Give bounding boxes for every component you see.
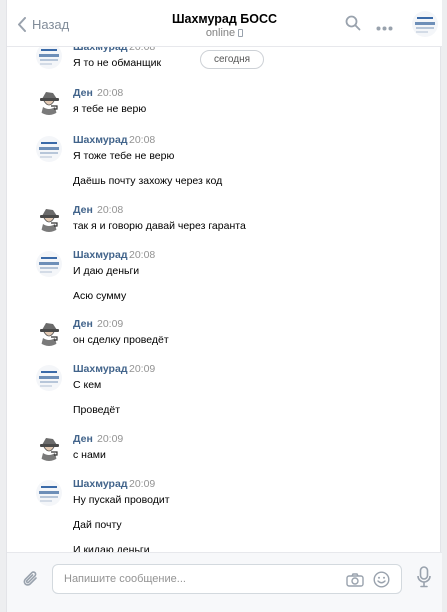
message-time: 20:08 [97,87,124,99]
more-button[interactable] [376,18,393,36]
message-text: С кем [73,379,102,391]
avatar[interactable] [36,365,62,391]
avatar-image [36,365,62,391]
message-time: 20:09 [97,433,124,445]
message-time: 20:08 [129,134,156,146]
message-text: И даю деньги [73,265,140,277]
message-placeholder: Напишите сообщение... [64,573,186,585]
avatar-image [36,435,62,461]
sender-name[interactable]: Шахмурад [73,363,127,375]
smile-icon [373,571,390,588]
message-text: Асю сумму [73,290,127,302]
search-icon [345,15,361,31]
avatar-image [412,11,438,37]
avatar[interactable] [36,136,62,162]
avatar[interactable] [36,435,62,461]
avatar-image [36,320,62,346]
voice-button[interactable] [417,566,431,593]
sender-name[interactable]: Шахмурад [73,249,127,261]
mobile-icon [238,29,244,37]
message-time: 20:08 [129,47,156,53]
avatar[interactable] [36,206,62,232]
search-button[interactable] [345,15,361,36]
attach-button[interactable] [22,569,40,594]
message-time: 20:09 [129,363,156,375]
message-text: Ну пускай проводит [73,494,170,506]
avatar[interactable] [36,251,62,277]
avatar[interactable] [36,320,62,346]
status-text: online [205,27,236,39]
message-time: 20:08 [97,204,124,216]
message-text: Я тоже тебе не верю [73,150,175,162]
message-text: с нами [73,449,106,461]
chat-window: Назад Шахмурад БОСС online Шахмурад 20:08… [6,0,442,612]
avatar-image [36,47,62,69]
avatar-image [36,480,62,506]
avatar[interactable] [36,47,62,69]
message-input[interactable]: Напишите сообщение... [52,564,402,594]
message-text: я тебе не верю [73,103,147,115]
message-text: Проведёт [73,404,121,416]
chat-header: Назад Шахмурад БОСС online [7,0,442,47]
sender-name[interactable]: Ден [73,433,93,445]
avatar-image [36,251,62,277]
avatar[interactable] [36,480,62,506]
composer: Напишите сообщение... [7,552,442,612]
message-text: Я то не обманщик [73,57,162,69]
message-list: Шахмурад 20:08 Я то не обманщик Ден 20:08 я т… [7,47,442,552]
sender-name[interactable]: Ден [73,87,93,99]
sender-name[interactable]: Шахмурад [73,134,127,146]
message-time: 20:08 [129,249,156,261]
camera-icon [346,573,364,587]
message-time: 20:09 [129,478,156,490]
message-text: И кидаю деньги [73,544,150,552]
avatar-image [36,206,62,232]
message-text: так я и говорю давай через гаранта [73,220,246,232]
date-chip: сегодня [200,50,264,69]
sender-name[interactable]: Ден [73,318,93,330]
more-horizontal-icon [376,26,393,31]
message-text: Даёшь почту захожу через код [73,175,223,187]
microphone-icon [417,566,431,588]
emoji-button[interactable] [373,571,390,593]
camera-button[interactable] [346,573,364,592]
message-text: он сделку проведёт [73,334,169,346]
avatar-image [36,136,62,162]
message-text: Дай почту [73,519,122,531]
paperclip-icon [23,571,37,586]
sender-name[interactable]: Шахмурад [73,47,127,53]
chat-avatar[interactable] [412,11,438,37]
sender-name[interactable]: Ден [73,204,93,216]
avatar[interactable] [36,89,62,115]
message-time: 20:09 [97,318,124,330]
sender-name[interactable]: Шахмурад [73,478,127,490]
avatar-image [36,89,62,115]
